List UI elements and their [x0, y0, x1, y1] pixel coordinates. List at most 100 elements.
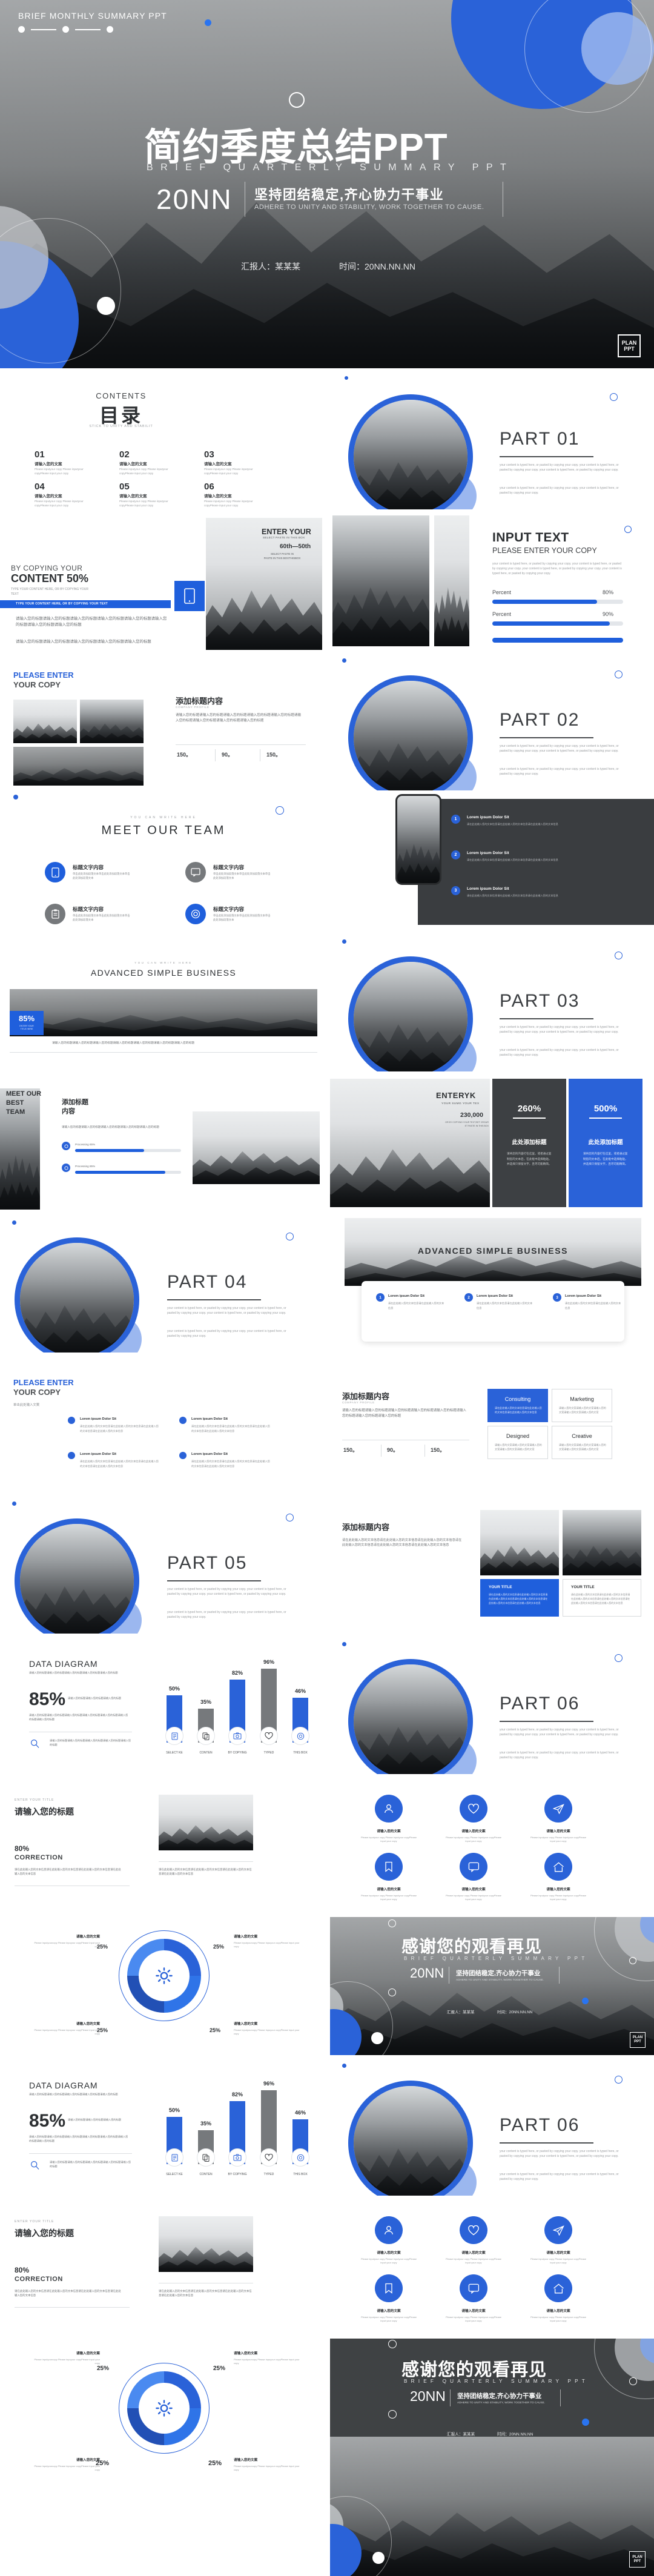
ending2-white-dot-left	[372, 2552, 385, 2564]
part05-heading: PART 05	[167, 1553, 248, 1573]
icon-circle-2-send-icon[interactable]	[544, 1795, 572, 1823]
icon2-circle-0-body: Please inputyour copy Please inputyour c…	[360, 2257, 418, 2265]
slide-quad-cards: 添加标题内容 COMPANY PROFILE 请输入您的标题请输入您的标题请输入…	[330, 1355, 654, 1493]
part03-underline	[500, 1018, 593, 1019]
icon2-circle-2-send-icon[interactable]	[544, 2216, 572, 2244]
quad-en: COMPANY PROFILE	[342, 1401, 375, 1404]
please-enter2-item-0-bullet	[68, 1417, 75, 1424]
toc-item-03-num[interactable]: 03	[204, 449, 214, 460]
icon2-circle-4-title: 请输入您的文案	[461, 2309, 486, 2313]
part06r-body-2: your content is typed here, or pasted by…	[500, 2173, 620, 2181]
advanced-band-badge-sub: ENTER YOUR TITLE HERE	[19, 1025, 34, 1031]
ending2-presenter: 汇报人：某某某	[447, 2432, 475, 2437]
ending-white-dot-left	[371, 2032, 383, 2044]
toc-item-04-num[interactable]: 04	[35, 482, 45, 492]
team-member-2-body: 单击此处添加段落文本单击此处添加段落文本单击此处添加段落文本	[73, 914, 130, 922]
input-text-subtitle: PLEASE ENTER YOUR COPY	[492, 546, 597, 555]
toc-item-05-title[interactable]: 请输入您的文案	[119, 492, 147, 498]
toc-item-06-num[interactable]: 06	[204, 482, 214, 492]
stats-card-1-underline	[589, 1117, 622, 1119]
slide-data-diagram: DATA DIAGRAM 请输入您的标题请输入您的标题请输入您的标题请输入您的标…	[0, 1636, 327, 1774]
part01-photo	[354, 400, 467, 509]
chart2-title: DATA DIAGRAM	[29, 2081, 98, 2090]
correction2-eyebrow: ENTER YOUR TITLE	[15, 2220, 54, 2223]
part06r-photo-ring	[348, 2081, 473, 2196]
toc-item-03-title[interactable]: 请输入您的文案	[204, 460, 232, 466]
icon-circle-3-bookmark-icon[interactable]	[375, 1853, 403, 1881]
cover-presenter: 汇报人：某某某	[241, 262, 300, 271]
phone-item-0-badge: 1	[451, 815, 460, 824]
chart2-footer-note: 请输入您的标题请输入您的标题请输入您的标题请输入您的标题请输入您的标题	[50, 2160, 131, 2168]
icon-circle-5-home-icon[interactable]	[544, 1853, 572, 1881]
team-member-1-icon-chat-icon[interactable]	[185, 862, 206, 882]
please-enter-divider	[176, 744, 306, 745]
slide-stats-260-500: ENTERYK YOUR SUMG YOUR TEX 230,000 OR BY…	[330, 1074, 654, 1212]
best-team-title: MEET OUR BEST TEAM	[6, 1090, 42, 1116]
icon-circle-0-user-icon[interactable]	[375, 1795, 403, 1823]
ending-ring-small-1	[388, 1919, 396, 1927]
content50-para-1: 请输入您的标题请输入您的标题请输入您的标题请输入您的标题请输入您的标题请输入您的…	[16, 617, 167, 627]
quad-vline-2	[424, 1445, 425, 1457]
stats-photo-num: 230,000	[460, 1111, 483, 1119]
team-member-2-icon-clipboard-icon[interactable]	[45, 904, 65, 924]
toc-item-06-title[interactable]: 请输入您的文案	[204, 492, 232, 498]
toc-item-01-title[interactable]: 请输入您的文案	[35, 460, 62, 466]
donut2-segment-0-title: 请输入您的文案	[76, 2352, 100, 2356]
ending2-year: 20NN	[410, 2388, 446, 2404]
ending-logo-line1: PLAN	[632, 2036, 643, 2040]
correction-photo	[159, 1795, 253, 1850]
chart-icon-3-heart-icon	[260, 1727, 278, 1745]
correction2-stat: 80%	[15, 2266, 30, 2274]
toc-item-02-title[interactable]: 请输入您的文案	[119, 460, 147, 466]
ending2-title: 感谢您的观看再见	[401, 2360, 547, 2380]
cover-date: 时间：20NN.NN.NN	[339, 262, 416, 271]
icon2-circle-0-user-icon[interactable]	[375, 2216, 403, 2244]
part01-heading: PART 01	[500, 429, 580, 449]
icon2-circle-1-heart-icon[interactable]	[460, 2216, 487, 2244]
ending-ring-small-3	[629, 1957, 636, 1964]
please-enter2-item-2-body: 请在此处输入您的文本信息请在此处输入您的文本信息请在此处输入您的文本信息请在此处…	[80, 1460, 159, 1468]
team-member-3-body: 单击此处添加段落文本单击此处添加段落文本单击此处添加段落文本	[213, 914, 271, 922]
stats-card-0-title: 此处添加标题	[512, 1139, 547, 1146]
slide-donut-diagram-2: 请输入您的文案 Please inputyourcopy Please inpu…	[0, 2339, 327, 2576]
slide-content-50: BY COPYING YOUR CONTENT 50% TYPE YOUR CO…	[0, 512, 327, 650]
please-enter-stat-0: 150。	[177, 752, 192, 758]
stats-card-0-body: 请将您的内容打在这里，或者通过复制您的文本后，在此框中选择粘贴，并选择只保留文字…	[507, 1152, 552, 1166]
slide-part-06: PART 06 your content is typed here, or p…	[330, 1636, 654, 1774]
toc-item-02-num[interactable]: 02	[119, 449, 130, 460]
chart-big-value: 85%	[29, 1689, 66, 1709]
content50-sub: TYPE YOUR CONTENT HERE, OR BY COPYING YO…	[11, 588, 90, 596]
correction-title: 请输入您的标题	[15, 1807, 74, 1816]
slide-part-05: PART 05 your content is typed here, or p…	[0, 1495, 327, 1634]
toc-item-05-num[interactable]: 05	[119, 482, 130, 492]
cover-slogan-en: ADHERE TO UNITY AND STABILITY, WORK TOGE…	[254, 204, 484, 211]
chart-category-4: THIS BOX	[293, 1751, 308, 1755]
part04-ring	[286, 1233, 294, 1240]
icon2-circle-4-body: Please inputyour copy Please inputyour c…	[445, 2316, 503, 2323]
icon2-circle-5-home-icon[interactable]	[544, 2274, 572, 2302]
chart-icon-2-camera-icon	[228, 1727, 246, 1745]
please-enter-title: PLEASE ENTER	[13, 670, 74, 680]
photo-grid-tile-secondary	[563, 1510, 641, 1575]
icon-circle-1-heart-icon[interactable]	[460, 1795, 487, 1823]
toc-item-04-title[interactable]: 请输入您的文案	[35, 492, 62, 498]
part03-body-2: your content is typed here, or pasted by…	[500, 1048, 620, 1057]
part06r-dot-blue	[342, 2064, 346, 2068]
part04-photo-ring	[15, 1237, 139, 1353]
chart2-icon-3-heart-icon	[260, 2148, 278, 2167]
toc-item-01-num[interactable]: 01	[35, 449, 45, 460]
slide-part-06-repeat: PART 06 your content is typed here, or p…	[330, 2058, 654, 2196]
photo-grid-title: 添加标题内容	[342, 1523, 390, 1532]
icon-circle-1-title: 请输入您的文案	[461, 1830, 486, 1833]
team-member-0-icon-phone-icon[interactable]	[45, 862, 65, 882]
ending-logo-line2: PPT	[634, 2040, 641, 2044]
icon2-circle-3-bookmark-icon[interactable]	[375, 2274, 403, 2302]
chart2-search-icon	[29, 2159, 41, 2171]
part04-body-2: your content is typed here, or pasted by…	[167, 1329, 288, 1338]
team-member-3-icon-target-icon[interactable]	[185, 904, 206, 924]
icon2-circle-4-chat-icon[interactable]	[460, 2274, 487, 2302]
donut2-segment-1-pct: 25%	[213, 2365, 226, 2372]
icon-circle-4-chat-icon[interactable]	[460, 1853, 487, 1881]
donut-segment-2-pct: 25%	[97, 2027, 108, 2033]
gear-icon	[153, 1964, 176, 1987]
